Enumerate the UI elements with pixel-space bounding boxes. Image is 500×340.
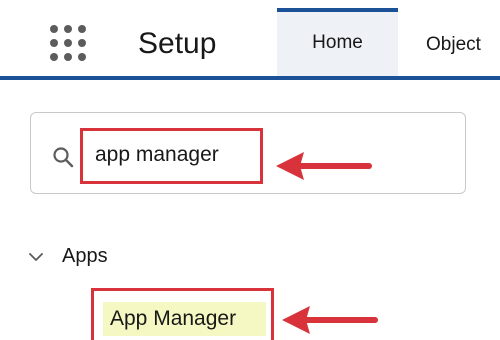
annotation-arrow-search [276, 152, 372, 180]
tree-section-apps[interactable]: Apps [62, 244, 108, 268]
tab-home[interactable]: Home [277, 8, 398, 76]
chevron-down-icon[interactable] [28, 250, 44, 262]
app-name: Setup [138, 27, 217, 60]
quick-find-input-value[interactable]: app manager [95, 142, 219, 168]
setup-page: Setup Home Object app manager Apps App M… [0, 0, 500, 340]
tree-item-app-manager[interactable]: App Manager [110, 306, 236, 332]
tab-object[interactable]: Object [426, 34, 481, 56]
app-launcher-icon[interactable] [46, 23, 90, 67]
search-icon [52, 146, 74, 168]
global-header: Setup Home Object [0, 0, 500, 80]
annotation-arrow-app-manager [282, 306, 378, 334]
